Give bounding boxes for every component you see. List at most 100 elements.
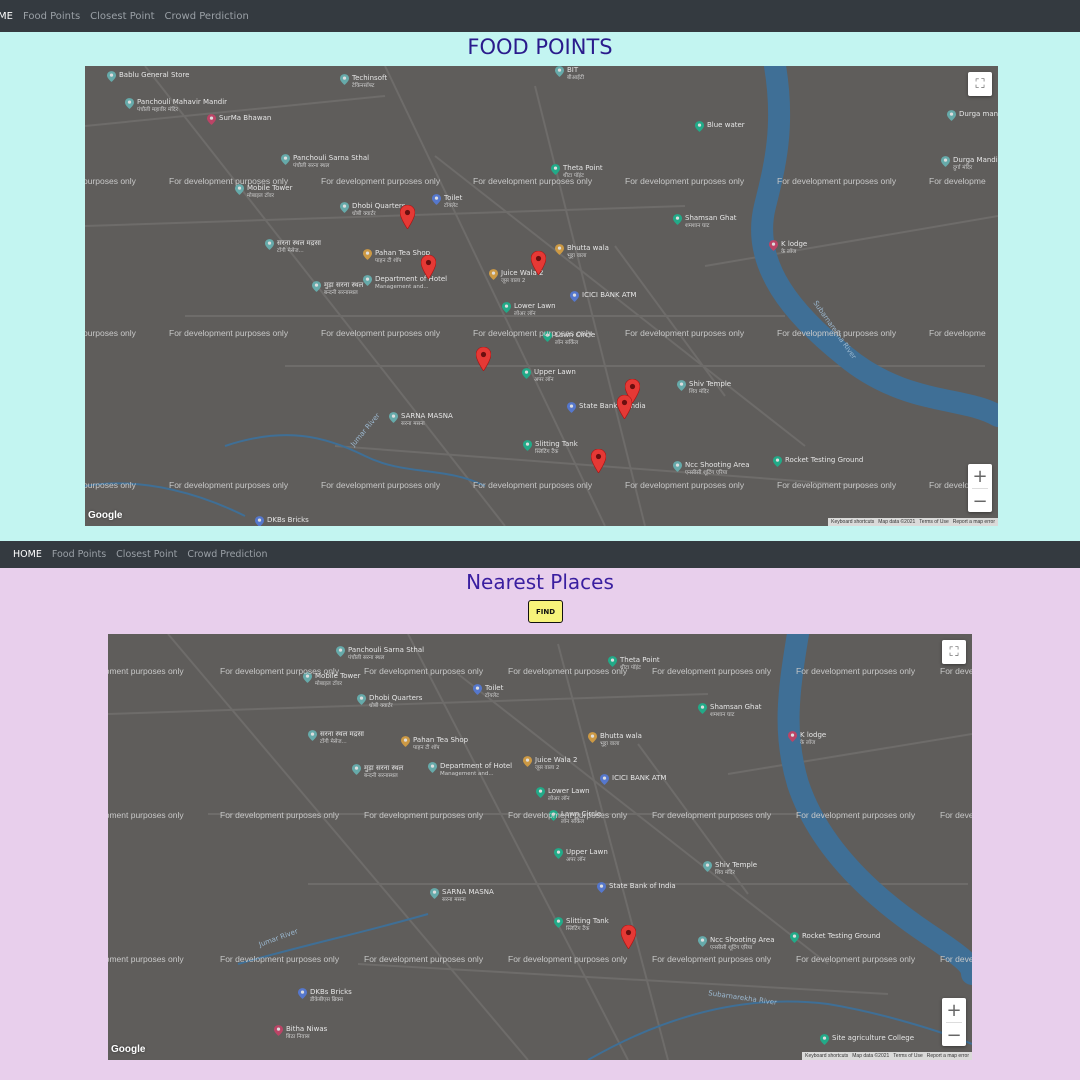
place-2[interactable]: BIT बीआईटी bbox=[555, 66, 584, 82]
place-pin-icon bbox=[308, 730, 317, 741]
fullscreen-button[interactable]: ⛶ bbox=[968, 72, 992, 96]
place-17[interactable]: K lodge के लॉज bbox=[769, 240, 807, 256]
find-button[interactable]: FIND bbox=[528, 600, 563, 623]
food-point-marker[interactable] bbox=[421, 255, 436, 279]
place-24[interactable]: Upper Lawn अपर लॉन bbox=[522, 368, 576, 384]
place-17[interactable]: Shiv Temple शिव मंदिर bbox=[703, 861, 757, 877]
attribution-terms[interactable]: Terms of Use bbox=[919, 519, 948, 525]
place-0[interactable]: Panchouli Sarna Sthal पंचौली सरना स्थल bbox=[336, 646, 424, 662]
attribution-report[interactable]: Report a map error bbox=[927, 1053, 969, 1059]
attribution-keyboard[interactable]: Keyboard shortcuts bbox=[831, 519, 874, 525]
place-30[interactable]: Rocket Testing Ground bbox=[773, 456, 863, 467]
place-7[interactable]: Panchouli Sarna Sthal पंचौली सरना स्थल bbox=[281, 154, 369, 170]
place-7[interactable]: Pahan Tea Shop पाहन टी शॉप bbox=[401, 736, 468, 752]
place-name: Slitting Tank bbox=[535, 440, 578, 448]
place-18[interactable]: SARNA MASNA सरना मसना bbox=[430, 888, 494, 904]
nav-crowd-prediction-link[interactable]: Crowd Prediction bbox=[187, 549, 267, 560]
fullscreen-button[interactable]: ⛶ bbox=[942, 640, 966, 664]
place-pin-icon bbox=[401, 736, 410, 747]
food-point-marker[interactable] bbox=[591, 449, 606, 473]
nav-home-link[interactable]: HOME bbox=[13, 549, 42, 560]
place-24[interactable]: Bitha Niwas बिठा निवास bbox=[274, 1025, 327, 1041]
place-8[interactable]: Bhutta wala भुट्टा वाला bbox=[588, 732, 642, 748]
zoom-in-button[interactable]: + bbox=[942, 998, 966, 1022]
place-4[interactable]: SurMa Bhawan bbox=[207, 114, 271, 125]
google-logo[interactable]: Google bbox=[88, 510, 122, 521]
food-point-marker[interactable] bbox=[621, 925, 636, 949]
place-19[interactable]: State Bank of India bbox=[597, 882, 676, 893]
place-28[interactable]: Slitting Tank स्लिटिंग टैंक bbox=[523, 440, 578, 456]
place-5[interactable]: Shamsan Ghat शमशान घाट bbox=[698, 703, 761, 719]
food-points-map[interactable]: Bablu General Store Techinsoft टेकिनसॉफ्ट B… bbox=[85, 66, 998, 526]
place-25[interactable]: Shiv Temple शिव मंदिर bbox=[677, 380, 731, 396]
dev-watermark: For development purposes only bbox=[169, 176, 289, 186]
food-point-marker[interactable] bbox=[617, 395, 632, 419]
attribution-keyboard[interactable]: Keyboard shortcuts bbox=[805, 1053, 848, 1059]
place-6[interactable]: सरना स्थल मद्रसा टोंगी मेसेज... bbox=[308, 730, 364, 746]
place-label: Lower Lawn लोअर लॉन bbox=[548, 787, 590, 803]
page-title: FOOD POINTS bbox=[467, 35, 613, 59]
place-13[interactable]: ICICI BANK ATM bbox=[600, 774, 666, 785]
zoom-out-button[interactable]: − bbox=[968, 489, 992, 513]
place-5[interactable]: Blue water bbox=[695, 121, 745, 132]
attribution-report[interactable]: Report a map error bbox=[953, 519, 995, 525]
place-12[interactable]: Dhobi Quarters धोबी क्वार्टर bbox=[340, 202, 405, 218]
place-29[interactable]: Ncc Shooting Area एनसीसी शूटिंग एरिया bbox=[673, 461, 750, 477]
place-10[interactable]: Juice Wala 2 जूस वाला 2 bbox=[523, 756, 578, 772]
place-name: Shamsan Ghat bbox=[710, 703, 762, 711]
nearest-places-map[interactable]: Panchouli Sarna Sthal पंचौली सरना स्थल The… bbox=[108, 634, 972, 1060]
place-27[interactable]: State Bank of India bbox=[567, 402, 646, 413]
place-9[interactable]: K lodge के लॉज bbox=[788, 731, 826, 747]
place-0[interactable]: Bablu General Store bbox=[107, 71, 189, 82]
food-point-marker[interactable] bbox=[531, 251, 546, 275]
google-logo[interactable]: Google bbox=[111, 1044, 145, 1055]
place-11[interactable]: Department of Hotel Management and... bbox=[428, 762, 512, 778]
attribution-terms[interactable]: Terms of Use bbox=[893, 1053, 922, 1059]
place-16[interactable]: Upper Lawn अपर लॉन bbox=[554, 848, 608, 864]
place-10[interactable]: Mobile Tower मोबाइल टॉवर bbox=[235, 184, 292, 200]
dev-watermark: For development purposes only bbox=[473, 480, 593, 490]
dev-watermark: For development purposes only bbox=[777, 480, 897, 490]
place-14[interactable]: सरना स्थल मद्रसा टोंगी मेसेज... bbox=[265, 239, 321, 255]
place-21[interactable]: Ncc Shooting Area एनसीसी शूटिंग एरिया bbox=[698, 936, 775, 952]
zoom-in-button[interactable]: + bbox=[968, 464, 992, 488]
dev-watermark: For development purposes only bbox=[625, 480, 745, 490]
nav-food-points-link[interactable]: Food Points bbox=[52, 549, 106, 560]
nav-crowd-prediction-link[interactable]: Crowd Perdiction bbox=[165, 11, 249, 22]
nav-closest-point-link[interactable]: Closest Point bbox=[116, 549, 177, 560]
place-14[interactable]: Lower Lawn लोअर लॉन bbox=[536, 787, 590, 803]
place-23[interactable]: DKBs Bricks डीकेबीएस ब्रिक्स bbox=[298, 988, 352, 1004]
place-3[interactable]: Toilet टॉयलेट bbox=[473, 684, 503, 700]
place-name: BIT bbox=[567, 66, 579, 74]
place-25[interactable]: Site agriculture College bbox=[820, 1034, 914, 1045]
place-8[interactable]: Durga Mandir दुर्गा मंदिर bbox=[941, 156, 998, 172]
zoom-out-button[interactable]: − bbox=[942, 1023, 966, 1047]
place-4[interactable]: Dhobi Quarters धोबी क्वार्टर bbox=[357, 694, 422, 710]
place-16[interactable]: Bhutta wala भुट्टा वाला bbox=[555, 244, 609, 260]
nav-closest-point-link[interactable]: Closest Point bbox=[90, 11, 154, 22]
place-31[interactable]: DKBs Bricks bbox=[255, 516, 309, 526]
place-22[interactable]: Lower Lawn लोअर लॉन bbox=[502, 302, 556, 318]
nav-food-points-link[interactable]: Food Points bbox=[23, 11, 80, 22]
place-12[interactable]: मुड़ा सरना स्थल बन्दनी सरनास्थल bbox=[352, 764, 403, 780]
food-point-marker[interactable] bbox=[476, 347, 491, 371]
dev-watermark: For development purposes only bbox=[652, 666, 772, 676]
place-pin-icon bbox=[107, 71, 116, 82]
place-name: Bablu General Store bbox=[119, 71, 190, 79]
place-1[interactable]: Techinsoft टेकिनसॉफ्ट bbox=[340, 74, 387, 90]
place-11[interactable]: Toilet टॉयलेट bbox=[432, 194, 462, 210]
place-22[interactable]: Rocket Testing Ground bbox=[790, 932, 880, 943]
place-subtitle: टेकिनसॉफ्ट bbox=[352, 83, 375, 89]
place-21[interactable]: ICICI BANK ATM bbox=[570, 291, 636, 302]
place-20[interactable]: मुड़ा सरना स्थल बन्दनी सरनास्थल bbox=[312, 281, 363, 297]
dev-watermark: For deve bbox=[940, 666, 972, 676]
place-20[interactable]: Slitting Tank स्लिटिंग टैंक bbox=[554, 917, 609, 933]
place-13[interactable]: Shamsan Ghat शमशान घाट bbox=[673, 214, 736, 230]
place-6[interactable]: Durga mand bbox=[947, 110, 998, 121]
place-26[interactable]: SARNA MASNA सरना मसना bbox=[389, 412, 453, 428]
place-3[interactable]: Panchouli Mahavir Mandir पंचौली महावीर मं… bbox=[125, 98, 227, 114]
place-pin-icon bbox=[554, 917, 563, 928]
place-label: K lodge के लॉज bbox=[800, 731, 826, 747]
nav-home-link[interactable]: ME bbox=[0, 11, 13, 22]
food-point-marker[interactable] bbox=[400, 205, 415, 229]
